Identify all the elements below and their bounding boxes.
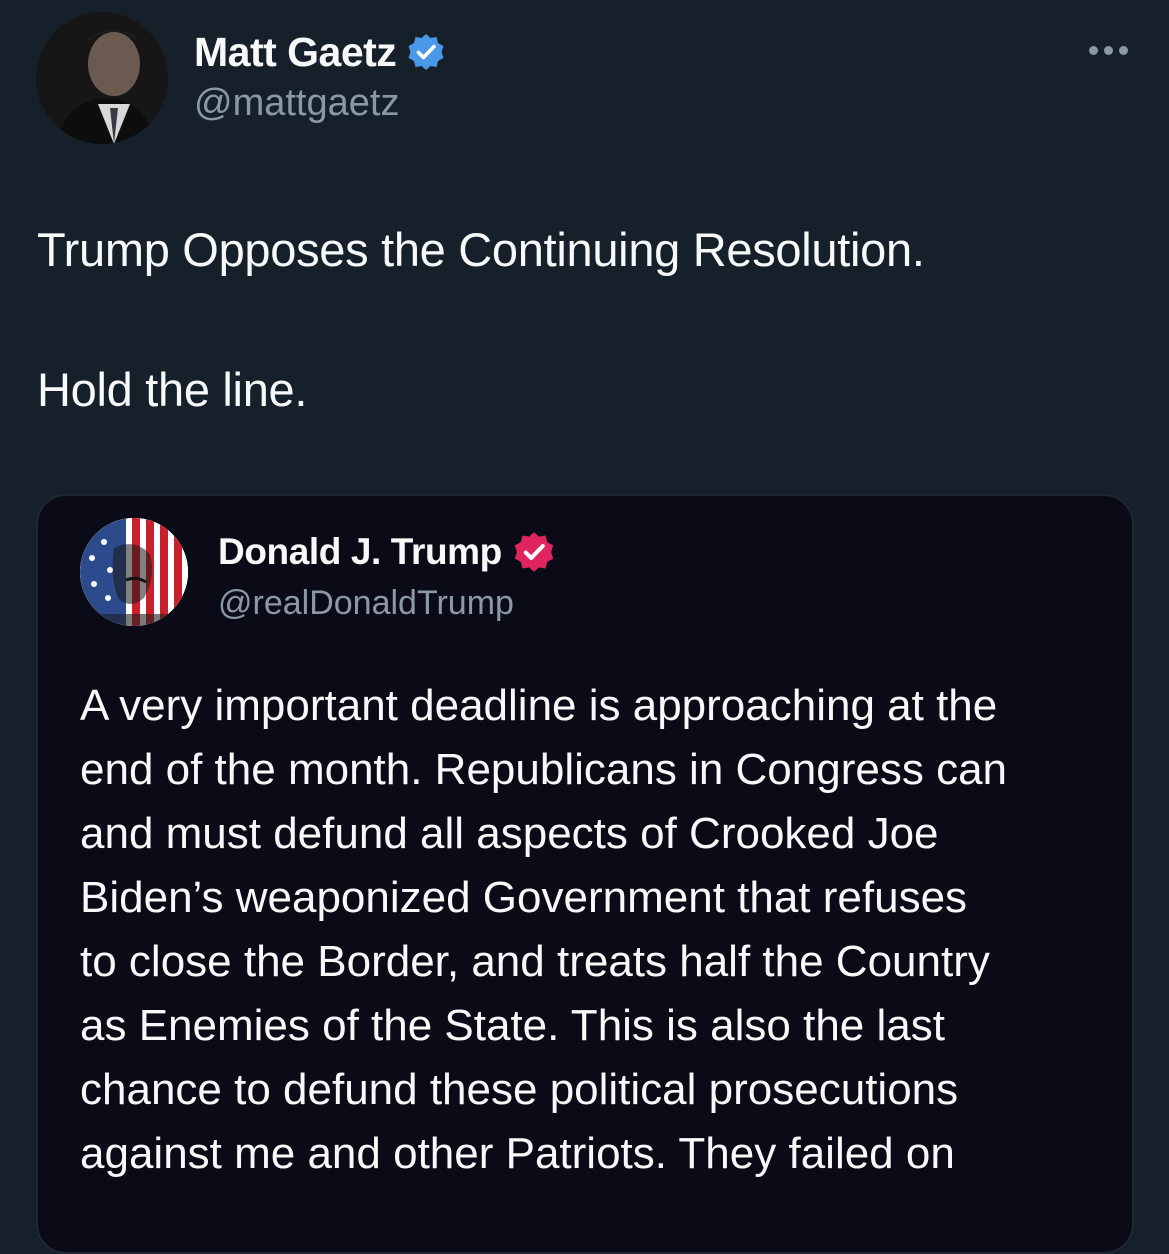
author-handle[interactable]: @mattgaetz	[194, 82, 399, 125]
dot	[1118, 45, 1128, 55]
quoted-text-line: chance to defund these political prosecu…	[80, 1065, 959, 1114]
quoted-text-line: Biden’s weaponized Government that refus…	[80, 873, 968, 922]
quoted-author-avatar[interactable]	[80, 518, 188, 626]
quoted-text-line: as Enemies of the State. This is also th…	[80, 1001, 945, 1050]
more-options-icon[interactable]	[1078, 32, 1138, 68]
author-avatar[interactable]	[36, 12, 168, 144]
quoted-author-name-row: Donald J. Trump	[218, 526, 556, 578]
quoted-tweet-text: A very important deadline is approaching…	[80, 674, 1120, 1186]
quoted-text-line: A very important deadline is approaching…	[80, 681, 998, 730]
author-name[interactable]: Matt Gaetz	[194, 29, 397, 76]
tweet: Matt Gaetz @mattgaetz Trump Opposes the …	[0, 0, 1169, 1254]
verified-badge-icon	[406, 32, 446, 72]
tweet-text-line: Hold the line.	[37, 363, 308, 416]
verified-badge-icon	[512, 530, 556, 574]
quoted-text-line: end of the month. Republicans in Congres…	[80, 745, 1008, 794]
quoted-author-name[interactable]: Donald J. Trump	[218, 531, 502, 573]
dot	[1103, 45, 1113, 55]
author-name-row: Matt Gaetz	[194, 24, 446, 80]
quoted-text-line: to close the Border, and treats half the…	[80, 937, 990, 986]
dot	[1088, 45, 1098, 55]
quoted-author-handle[interactable]: @realDonaldTrump	[218, 584, 514, 623]
quoted-text-line: and must defund all aspects of Crooked J…	[80, 809, 939, 858]
tweet-text-line: Trump Opposes the Continuing Resolution.	[37, 223, 925, 276]
quoted-text-line: against me and other Patriots. They fail…	[80, 1129, 955, 1178]
quoted-tweet-card[interactable]: Donald J. Trump @realDonaldTrump A very …	[36, 494, 1134, 1254]
